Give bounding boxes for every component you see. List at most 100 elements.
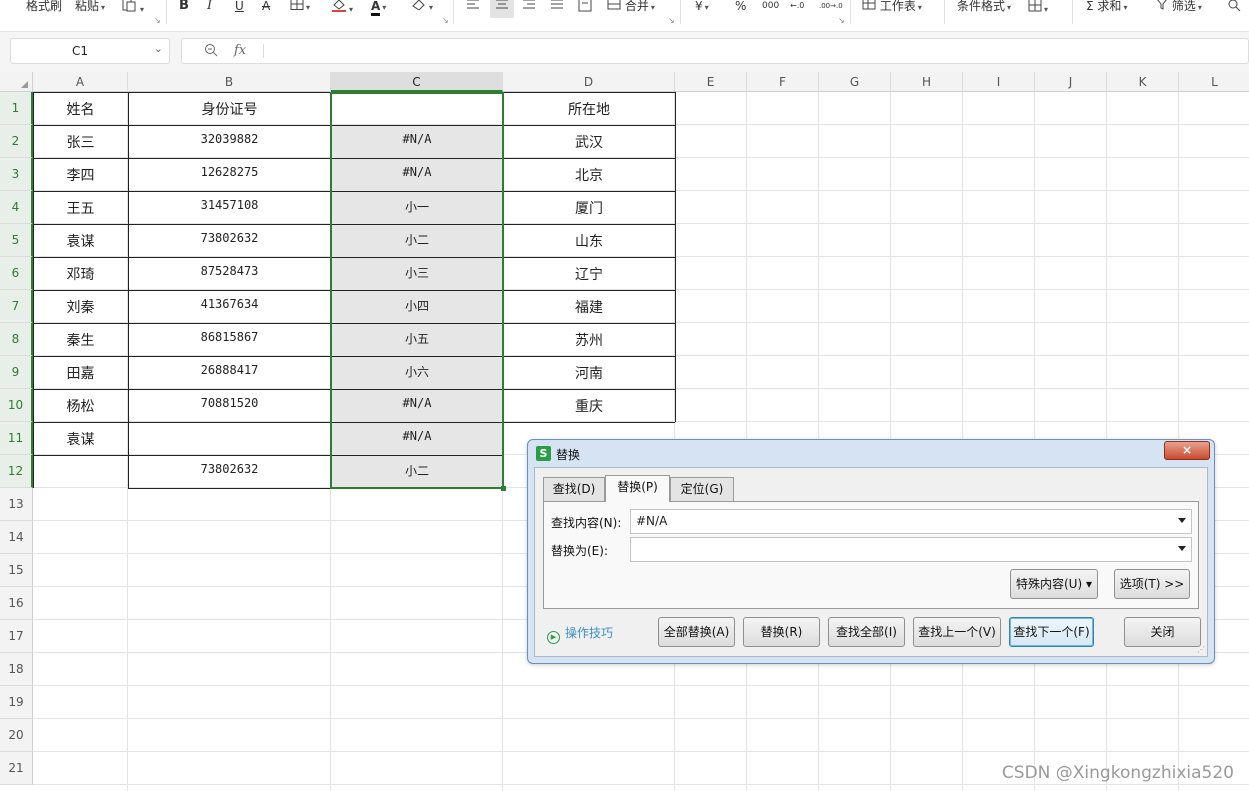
cell-b11[interactable] [128,429,331,455]
underline-button[interactable]: U [235,0,244,20]
cell-b4[interactable]: 31457108 [128,198,331,224]
row-header-19[interactable]: 19 [0,686,33,719]
find-all-button[interactable]: 查找全部(I) [828,617,905,647]
justify-button[interactable] [550,0,564,20]
cell-a12[interactable] [33,462,128,488]
column-header-k[interactable]: K [1107,72,1179,92]
conditional-format-button[interactable]: 条件格式 ▾ [957,0,1011,20]
clear-format-button[interactable]: ▾ [411,0,433,20]
cell-d9[interactable]: 河南 [503,363,675,389]
row-header-11[interactable]: 11 [0,422,33,455]
increase-decimal-button[interactable]: ←.0 [790,0,804,20]
replace-all-button[interactable]: 全部替换(A) [658,617,735,647]
worksheet-button[interactable]: 工作表 ▾ [862,0,922,20]
filter-button[interactable]: 筛选 ▾ [1156,0,1202,20]
align-left-button[interactable] [466,0,480,20]
column-header-b[interactable]: B [128,72,331,92]
fill-color-button[interactable]: ▾ [331,0,353,20]
row-header-3[interactable]: 3 [0,158,33,191]
special-content-button[interactable]: 特殊内容(U) ▾ [1010,569,1098,599]
row-header-9[interactable]: 9 [0,356,33,389]
bold-button[interactable]: B [179,0,189,20]
paste-options-icon[interactable]: ▾ [122,0,144,20]
cell-a4[interactable]: 王五 [33,198,128,224]
find-button[interactable] [1227,0,1241,20]
number-launcher-icon[interactable]: ↘ [838,16,845,25]
close-icon[interactable]: × [1164,441,1210,460]
percent-button[interactable]: % [735,0,746,20]
row-header-17[interactable]: 17 [0,620,33,653]
cell-d3[interactable]: 北京 [503,165,675,191]
cell-d5[interactable]: 山东 [503,231,675,257]
select-all-corner[interactable] [0,72,33,92]
row-header-7[interactable]: 7 [0,290,33,323]
tab-replace[interactable]: 替换(P) [605,475,670,502]
column-header-e[interactable]: E [675,72,747,92]
cell-b8[interactable]: 86815867 [128,330,331,356]
cell-d4[interactable]: 厦门 [503,198,675,224]
cell-b5[interactable]: 73802632 [128,231,331,257]
cell-d6[interactable]: 辽宁 [503,264,675,290]
cell-a11[interactable]: 袁谋 [33,429,128,455]
font-color-button[interactable]: A ▾ [371,0,386,20]
row-header-21[interactable]: 21 [0,752,33,785]
column-header-j[interactable]: J [1035,72,1107,92]
tips-link[interactable]: ▶ 操作技巧 [547,624,613,644]
cell-d7[interactable]: 福建 [503,297,675,323]
cell-a5[interactable]: 袁谋 [33,231,128,257]
row-header-18[interactable]: 18 [0,653,33,686]
row-header-15[interactable]: 15 [0,554,33,587]
clipboard-launcher-icon[interactable]: ↘ [154,16,161,25]
paste-button[interactable]: 粘贴 ▾ [75,0,105,20]
cell-d10[interactable]: 重庆 [503,396,675,422]
sum-button[interactable]: Σ 求和 ▾ [1086,0,1127,20]
cell-d1[interactable]: 所在地 [503,99,675,125]
find-what-input[interactable]: #N/A [630,509,1192,534]
cell-a7[interactable]: 刘秦 [33,297,128,323]
border-button[interactable]: ▾ [290,0,310,20]
wrap-text-button[interactable] [578,0,592,20]
row-header-5[interactable]: 5 [0,224,33,257]
cell-b12[interactable]: 73802632 [128,462,331,488]
column-header-i[interactable]: I [963,72,1035,92]
thousands-button[interactable]: 000 [762,0,779,20]
formula-input[interactable]: fx [181,38,1249,64]
cell-b9[interactable]: 26888417 [128,363,331,389]
dialog-titlebar[interactable]: S 替换 × [528,440,1214,466]
cell-b6[interactable]: 87528473 [128,264,331,290]
currency-button[interactable]: ¥ ▾ [695,0,709,20]
column-header-d[interactable]: D [503,72,675,92]
column-header-g[interactable]: G [819,72,891,92]
strikethrough-button[interactable]: A [262,0,270,20]
chevron-down-icon[interactable]: ⌄ [154,42,163,55]
spreadsheet-grid[interactable]: A B C D E F G H I J K L 1 2 3 4 5 6 7 8 9 10 11 12 13 14 15 16 17 18 1… [0,72,1249,791]
cell-a3[interactable]: 李四 [33,165,128,191]
cell-a2[interactable]: 张三 [33,132,128,158]
align-center-button[interactable] [490,0,514,18]
replace-button[interactable]: 替换(R) [743,617,820,647]
resize-grip-icon[interactable]: ⋰ [1197,645,1205,654]
cell-a8[interactable]: 秦生 [33,330,128,356]
cell-b2[interactable]: 32039882 [128,132,331,158]
cell-d8[interactable]: 苏州 [503,330,675,356]
align-right-button[interactable] [522,0,536,20]
tab-find[interactable]: 查找(D) [543,477,605,501]
column-header-f[interactable]: F [747,72,819,92]
merge-button[interactable]: 合并 ▾ [607,0,655,20]
row-header-14[interactable]: 14 [0,521,33,554]
find-next-button[interactable]: 查找下一个(F) [1009,617,1094,647]
cell-b7[interactable]: 41367634 [128,297,331,323]
cell-a1[interactable]: 姓名 [33,99,128,125]
options-button[interactable]: 选项(T) >> [1114,569,1190,599]
tab-goto[interactable]: 定位(G) [670,477,734,501]
cell-b10[interactable]: 70881520 [128,396,331,422]
row-header-6[interactable]: 6 [0,257,33,290]
fx-icon[interactable]: fx [234,43,246,58]
row-header-10[interactable]: 10 [0,389,33,422]
row-header-1[interactable]: 1 [0,92,33,125]
find-previous-button[interactable]: 查找上一个(V) [913,617,1001,647]
close-button[interactable]: 关闭 [1124,617,1201,647]
italic-button[interactable]: I [207,0,212,20]
fill-handle[interactable] [501,486,506,491]
row-header-4[interactable]: 4 [0,191,33,224]
